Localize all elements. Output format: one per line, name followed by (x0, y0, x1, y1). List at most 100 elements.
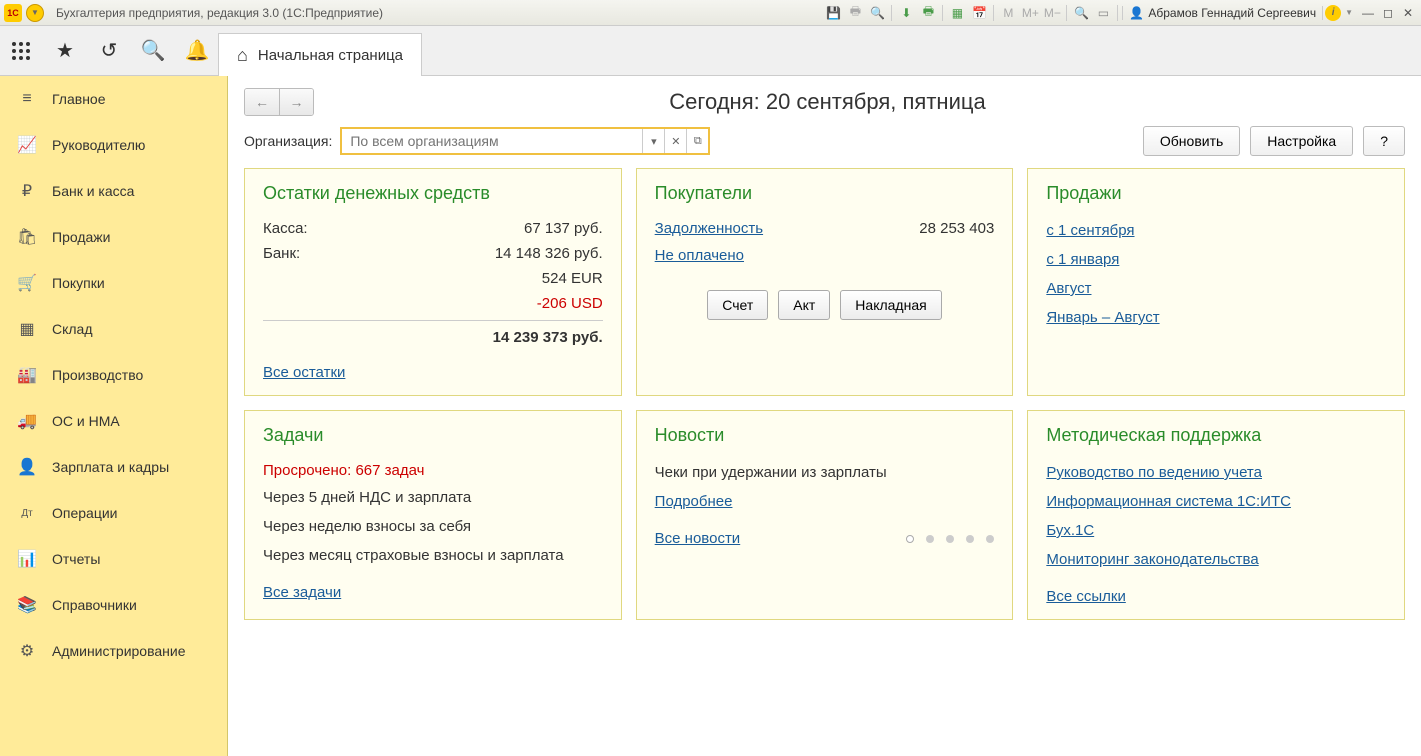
close-button[interactable]: ✕ (1399, 5, 1417, 21)
sidebar-item-salary[interactable]: 👤Зарплата и кадры (0, 444, 227, 490)
chart-icon: 📈 (16, 134, 38, 156)
refresh-button[interactable]: Обновить (1143, 126, 1240, 156)
sidebar-item-references[interactable]: 📚Справочники (0, 582, 227, 628)
app-menu-dropdown[interactable]: ▼ (26, 4, 44, 22)
compare-save-icon[interactable]: ⬇ (896, 4, 916, 22)
card-news-title: Новости (655, 425, 995, 446)
grid-icon: ▦ (16, 318, 38, 340)
support-link-0[interactable]: Руководство по ведению учета (1046, 464, 1262, 481)
user-icon: 👤 (1129, 6, 1144, 20)
sidebar-item-admin[interactable]: ⚙Администрирование (0, 628, 227, 674)
home-icon: ⌂ (237, 45, 248, 66)
search-icon[interactable]: 🔍 (140, 38, 166, 64)
card-sales: Продажи с 1 сентября с 1 января Август Я… (1027, 168, 1405, 396)
history-icon[interactable]: ↺ (96, 38, 122, 64)
compare-print-icon[interactable]: 🖶 (918, 4, 938, 22)
user-block[interactable]: 👤 Абрамов Геннадий Сергеевич (1122, 6, 1323, 20)
support-all-link[interactable]: Все ссылки (1046, 588, 1126, 605)
nav-back-button[interactable]: ← (245, 89, 279, 115)
sales-link-0[interactable]: с 1 сентября (1046, 222, 1134, 239)
barchart-icon: 📊 (16, 548, 38, 570)
card-support: Методическая поддержка Руководство по ве… (1027, 410, 1405, 620)
zoom-icon[interactable]: 🔍 (1071, 4, 1091, 22)
sidebar-item-assets[interactable]: 🚚ОС и НМА (0, 398, 227, 444)
content: ← → Сегодня: 20 сентября, пятница Органи… (228, 76, 1421, 756)
card-tasks-title: Задачи (263, 425, 603, 446)
card-news: Новости Чеки при удержании из зарплаты П… (636, 410, 1014, 620)
support-link-2[interactable]: Бух.1С (1046, 522, 1094, 539)
news-dot-1[interactable] (926, 535, 934, 543)
truck-icon: 🚚 (16, 410, 38, 432)
calendar-icon[interactable]: 📅 (969, 4, 989, 22)
settings-button[interactable]: Настройка (1250, 126, 1353, 156)
invoice-button[interactable]: Счет (707, 290, 768, 320)
act-button[interactable]: Акт (778, 290, 830, 320)
window-title: Бухгалтерия предприятия, редакция 3.0 (1… (56, 6, 383, 20)
help-button[interactable]: ? (1363, 126, 1405, 156)
support-link-3[interactable]: Мониторинг законодательства (1046, 551, 1258, 568)
preview-icon[interactable]: 🔍 (867, 4, 887, 22)
news-dot-2[interactable] (946, 535, 954, 543)
dtkt-icon: Дт (16, 502, 38, 524)
org-open-button[interactable]: ⧉ (686, 129, 708, 153)
m-icon[interactable]: M (998, 4, 1018, 22)
debt-link[interactable]: Задолженность (655, 220, 763, 237)
support-link-1[interactable]: Информационная система 1С:ИТС (1046, 493, 1291, 510)
sidebar-item-main[interactable]: ≡Главное (0, 76, 227, 122)
card-cash-title: Остатки денежных средств (263, 183, 603, 204)
tab-label: Начальная страница (258, 47, 403, 64)
org-label: Организация: (244, 133, 332, 149)
org-clear-button[interactable]: ✕ (664, 129, 686, 153)
bag-icon: 🛍 (16, 226, 38, 248)
sidebar-item-sales[interactable]: 🛍Продажи (0, 214, 227, 260)
nakladnaya-button[interactable]: Накладная (840, 290, 941, 320)
maximize-button[interactable]: ◻ (1379, 5, 1397, 21)
tasks-all-link[interactable]: Все задачи (263, 584, 341, 601)
sidebar-item-reports[interactable]: 📊Отчеты (0, 536, 227, 582)
factory-icon: 🏭 (16, 364, 38, 386)
org-input[interactable] (342, 129, 642, 153)
titlebar: 1C ▼ Бухгалтерия предприятия, редакция 3… (0, 0, 1421, 26)
sidebar-item-manager[interactable]: 📈Руководителю (0, 122, 227, 168)
card-support-title: Методическая поддержка (1046, 425, 1386, 446)
m-minus-icon[interactable]: M− (1042, 4, 1062, 22)
info-icon[interactable]: i (1325, 5, 1341, 21)
calculator-icon[interactable]: ▦ (947, 4, 967, 22)
notifications-icon[interactable]: 🔔 (184, 38, 210, 64)
person-icon: 👤 (16, 456, 38, 478)
news-all-link[interactable]: Все новости (655, 530, 741, 547)
news-dot-0[interactable] (906, 535, 914, 543)
panel-icon[interactable]: ▭ (1093, 4, 1113, 22)
sidebar-item-production[interactable]: 🏭Производство (0, 352, 227, 398)
news-dot-4[interactable] (986, 535, 994, 543)
toolbar: ★ ↺ 🔍 🔔 ⌂ Начальная страница (0, 26, 1421, 76)
org-dropdown-button[interactable]: ▾ (642, 129, 664, 153)
sales-link-3[interactable]: Январь – Август (1046, 309, 1159, 326)
news-dot-3[interactable] (966, 535, 974, 543)
sidebar-item-purchases[interactable]: 🛒Покупки (0, 260, 227, 306)
sidebar-item-warehouse[interactable]: ▦Склад (0, 306, 227, 352)
cash-all-link[interactable]: Все остатки (263, 364, 345, 381)
gear-icon: ⚙ (16, 640, 38, 662)
cart-icon: 🛒 (16, 272, 38, 294)
print-icon[interactable]: 🖶 (845, 4, 865, 22)
favorites-icon[interactable]: ★ (52, 38, 78, 64)
tasks-overdue: Просрочено: 667 задач (263, 458, 603, 483)
card-tasks: Задачи Просрочено: 667 задач Через 5 дне… (244, 410, 622, 620)
apps-icon[interactable] (8, 38, 34, 64)
sales-link-2[interactable]: Август (1046, 280, 1091, 297)
news-more-link[interactable]: Подробнее (655, 493, 733, 510)
minimize-button[interactable]: — (1359, 5, 1377, 21)
sales-link-1[interactable]: с 1 января (1046, 251, 1119, 268)
books-icon: 📚 (16, 594, 38, 616)
unpaid-link[interactable]: Не оплачено (655, 247, 744, 264)
card-cash: Остатки денежных средств Касса:67 137 ру… (244, 168, 622, 396)
m-plus-icon[interactable]: M+ (1020, 4, 1040, 22)
card-sales-title: Продажи (1046, 183, 1386, 204)
menu-icon: ≡ (16, 88, 38, 110)
sidebar-item-operations[interactable]: ДтОперации (0, 490, 227, 536)
nav-forward-button[interactable]: → (279, 89, 313, 115)
save-icon[interactable]: 💾 (823, 4, 843, 22)
tab-home[interactable]: ⌂ Начальная страница (218, 33, 422, 76)
sidebar-item-bank[interactable]: ₽Банк и касса (0, 168, 227, 214)
